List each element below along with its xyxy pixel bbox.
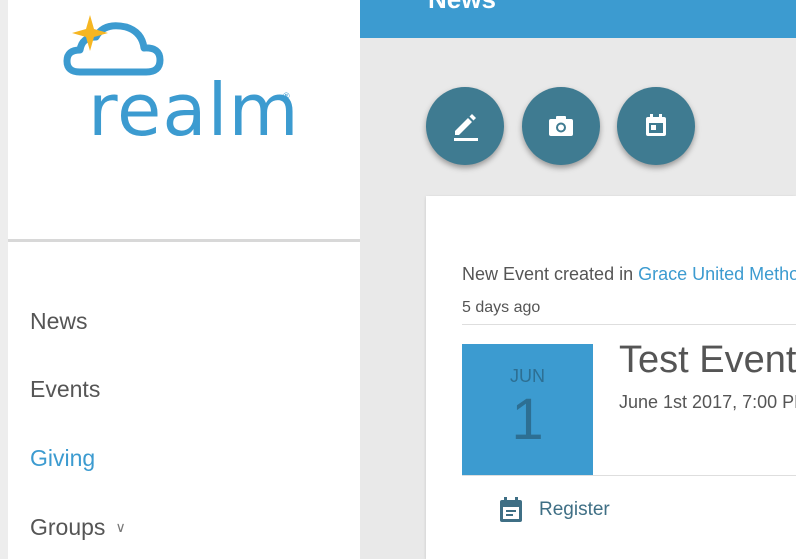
event-month: JUN [510, 366, 545, 386]
event-datetime: June 1st 2017, 7:00 PM [619, 392, 796, 412]
event-day: 1 [511, 387, 544, 452]
calendar-icon [646, 114, 666, 136]
event-date-badge: JUN 1 [462, 344, 593, 475]
sidebar-item-groups[interactable]: Groups ∨ [30, 513, 126, 544]
chevron-down-icon: ∨ [115, 519, 126, 535]
sidebar: realm ® News Events Giving Groups ∨ [0, 0, 360, 559]
sidebar-item-news[interactable]: News [30, 307, 88, 335]
page-title: News [428, 0, 496, 15]
news-post-card: New Event created in Grace United Method… [426, 196, 796, 559]
add-event-button[interactable] [617, 87, 695, 165]
group-link[interactable]: Grace United Methodist [638, 264, 796, 284]
write-post-button[interactable] [426, 87, 504, 165]
edit-icon [454, 114, 478, 141]
card-divider [462, 324, 796, 325]
register-calendar-icon [500, 497, 522, 522]
camera-icon [549, 116, 573, 136]
logo-wordmark: realm [88, 68, 300, 152]
card-divider-bottom [462, 475, 796, 476]
realm-logo[interactable]: realm ® [60, 12, 300, 146]
add-photo-button[interactable] [522, 87, 600, 165]
sidebar-item-giving[interactable]: Giving [30, 444, 95, 472]
sidebar-item-events[interactable]: Events [30, 375, 100, 403]
event-title[interactable]: Test Event [619, 338, 796, 382]
sidebar-divider [8, 239, 360, 242]
post-meta: New Event created in Grace United Method… [462, 264, 796, 285]
register-label: Register [539, 499, 610, 520]
sidebar-item-groups-label: Groups [30, 514, 106, 540]
register-button[interactable]: Register [498, 496, 610, 524]
sidebar-edge [0, 0, 8, 559]
registered-mark: ® [283, 91, 290, 101]
top-header-bar: News [360, 0, 796, 38]
post-meta-prefix: New Event created in [462, 264, 639, 284]
post-timestamp: 5 days ago [462, 299, 541, 316]
